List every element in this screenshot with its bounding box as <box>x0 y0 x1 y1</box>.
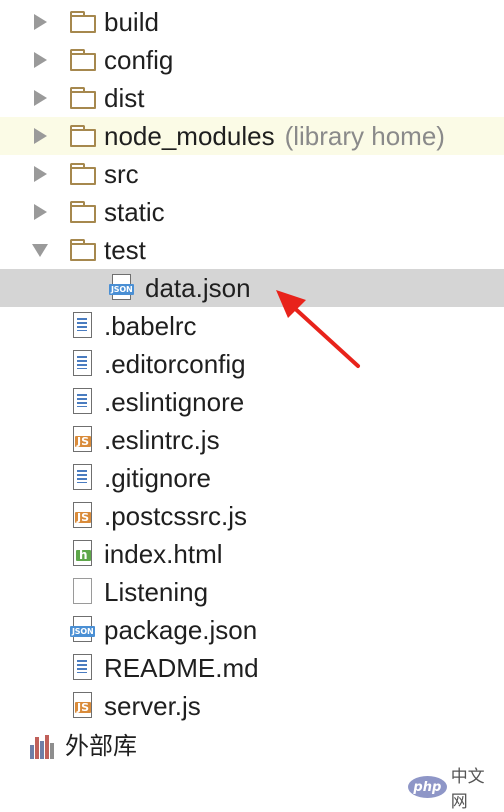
site-watermark: php 中文网 <box>408 767 500 812</box>
file-row-eslintrc-js[interactable]: JS .eslintrc.js <box>0 421 504 459</box>
folder-row-node-modules[interactable]: node_modules (library home) <box>0 117 504 155</box>
blank-file-icon <box>73 578 93 605</box>
file-row-gitignore[interactable]: .gitignore <box>0 459 504 497</box>
file-row-package-json[interactable]: JSON package.json <box>0 611 504 649</box>
js-file-icon: JS <box>73 502 93 529</box>
project-tree: build config dist node_modules (library h… <box>0 3 504 725</box>
text-file-icon <box>73 388 93 415</box>
folder-icon <box>70 239 97 261</box>
folder-label: node_modules <box>104 121 275 151</box>
folder-row-build[interactable]: build <box>0 3 504 41</box>
folder-row-static[interactable]: static <box>0 193 504 231</box>
file-label: server.js <box>104 691 201 721</box>
file-label: README.md <box>104 653 259 683</box>
file-label: .postcssrc.js <box>104 501 248 531</box>
external-libraries-label: 外部库 <box>65 732 137 760</box>
file-label: .gitignore <box>104 463 211 493</box>
text-file-icon <box>73 654 93 681</box>
folder-label: build <box>104 7 159 37</box>
file-row-postcssrc-js[interactable]: JS .postcssrc.js <box>0 497 504 535</box>
php-logo: php <box>408 776 447 798</box>
folder-icon <box>70 87 97 109</box>
folder-icon <box>70 201 97 223</box>
file-row-eslintignore[interactable]: .eslintignore <box>0 383 504 421</box>
folder-icon <box>70 11 97 33</box>
file-label: .eslintrc.js <box>104 425 220 455</box>
expand-arrow-icon[interactable] <box>32 193 48 231</box>
file-label: .editorconfig <box>104 349 246 379</box>
collapse-arrow-icon[interactable] <box>32 231 48 269</box>
file-label: .eslintignore <box>104 387 245 417</box>
folder-row-test[interactable]: test <box>0 231 504 269</box>
json-file-icon: JSON <box>70 616 96 643</box>
expand-arrow-icon[interactable] <box>32 41 48 79</box>
folder-label-wrap: node_modules (library home) <box>104 119 445 153</box>
file-row-listening[interactable]: Listening <box>0 573 504 611</box>
library-icon <box>30 735 60 759</box>
text-file-icon <box>73 312 93 339</box>
expand-arrow-icon[interactable] <box>32 155 48 193</box>
folder-label: dist <box>104 83 145 113</box>
folder-icon <box>70 49 97 71</box>
expand-arrow-icon[interactable] <box>32 117 48 155</box>
folder-label: static <box>104 197 165 227</box>
expand-arrow-icon[interactable] <box>32 79 48 117</box>
external-libraries-row[interactable]: 外部库 <box>0 727 504 765</box>
json-file-icon: JSON <box>109 274 135 301</box>
folder-icon <box>70 125 97 147</box>
file-row-readme-md[interactable]: README.md <box>0 649 504 687</box>
folder-row-src[interactable]: src <box>0 155 504 193</box>
file-label: data.json <box>145 273 251 303</box>
js-file-icon: JS <box>73 692 93 719</box>
folder-label: test <box>104 235 146 265</box>
file-row-index-html[interactable]: h index.html <box>0 535 504 573</box>
file-label: .babelrc <box>104 311 197 341</box>
file-row-babelrc[interactable]: .babelrc <box>0 307 504 345</box>
text-file-icon <box>73 464 93 491</box>
file-label: package.json <box>104 615 258 645</box>
expand-arrow-icon[interactable] <box>32 3 48 41</box>
library-home-hint: (library home) <box>284 121 445 151</box>
watermark-text: 中文网 <box>450 767 485 812</box>
file-row-data-json[interactable]: JSON data.json <box>0 269 504 307</box>
js-file-icon: JS <box>73 426 93 453</box>
folder-row-dist[interactable]: dist <box>0 79 504 117</box>
folder-label: src <box>104 159 139 189</box>
file-row-server-js[interactable]: JS server.js <box>0 687 504 725</box>
folder-icon <box>70 163 97 185</box>
folder-label: config <box>104 45 174 75</box>
folder-row-config[interactable]: config <box>0 41 504 79</box>
annotation-arrow-icon <box>276 290 360 368</box>
file-label: index.html <box>104 539 223 569</box>
file-label: Listening <box>104 577 209 607</box>
html-file-icon: h <box>73 540 93 567</box>
file-row-editorconfig[interactable]: .editorconfig <box>0 345 504 383</box>
text-file-icon <box>73 350 93 377</box>
